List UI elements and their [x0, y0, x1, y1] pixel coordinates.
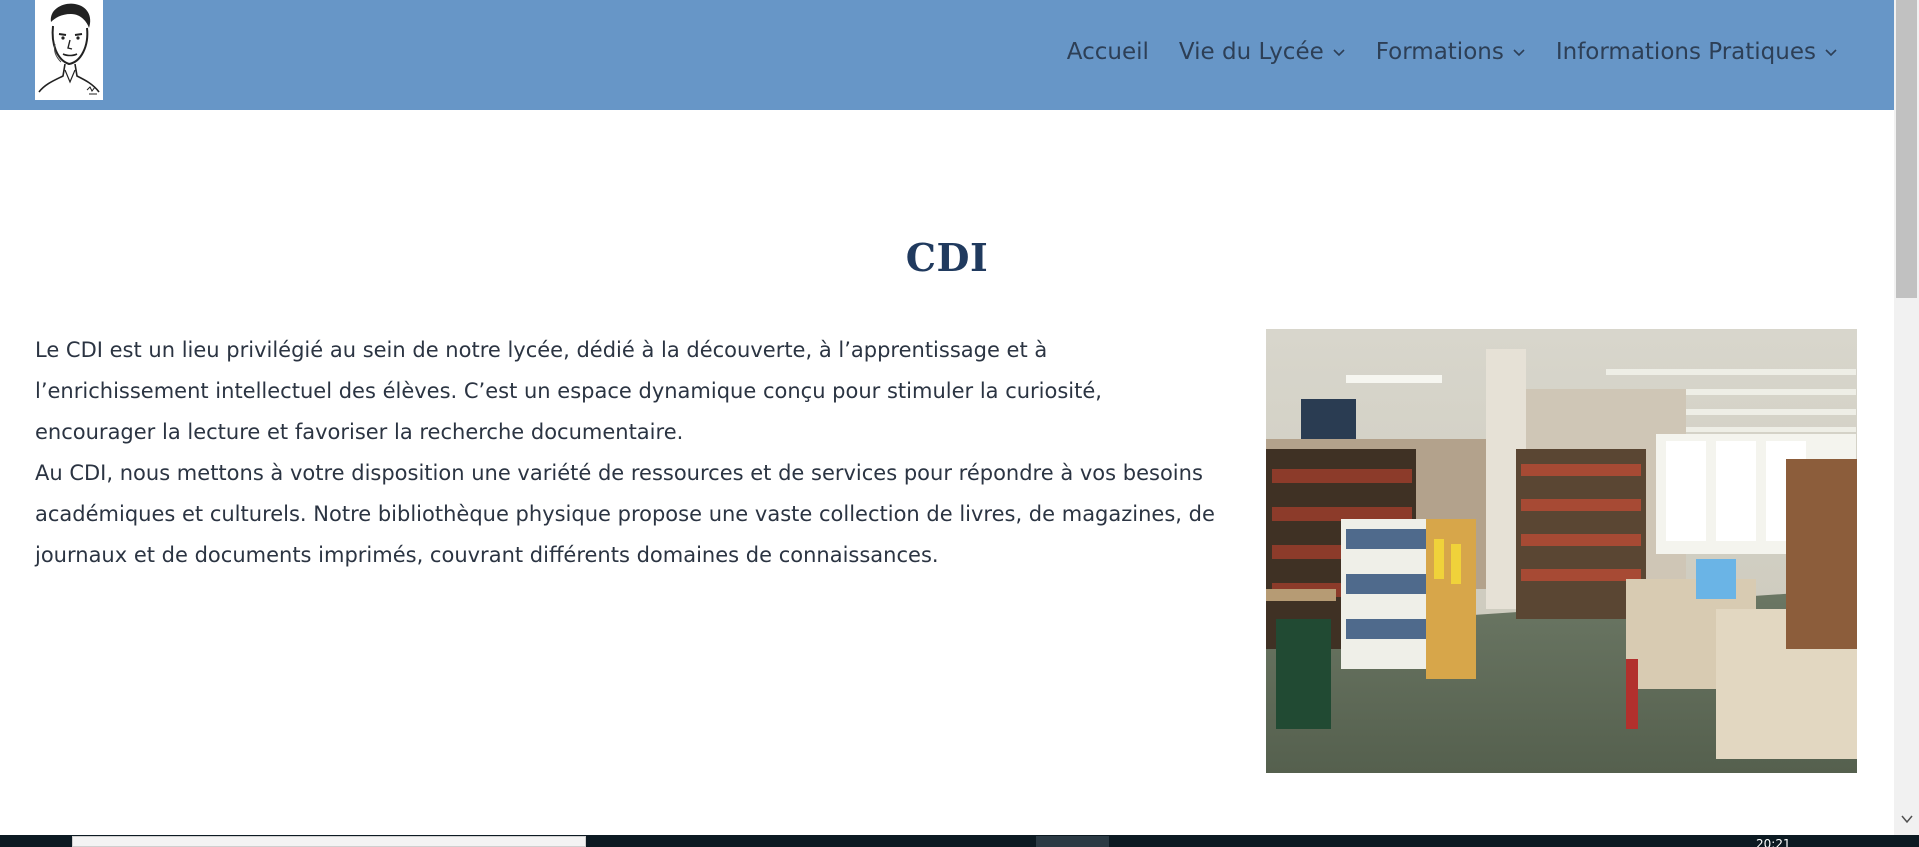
library-photo — [1266, 329, 1857, 773]
nav-label: Accueil — [1066, 39, 1149, 65]
nav-label: Informations Pratiques — [1555, 39, 1816, 65]
library-photo-icon — [1266, 329, 1857, 773]
scrollbar-thumb[interactable] — [1896, 0, 1917, 298]
chevron-down-icon — [1825, 49, 1837, 57]
cdi-description: Le CDI est un lieu privilégié au sein de… — [35, 330, 1215, 576]
nav-item-vie-du-lycee[interactable]: Vie du Lycée — [1179, 39, 1346, 65]
nav-item-accueil[interactable]: Accueil — [1067, 39, 1149, 65]
paragraph-intro: Le CDI est un lieu privilégié au sein de… — [35, 338, 1102, 444]
nav-label: Vie du Lycée — [1178, 39, 1324, 65]
main-nav: Accueil Vie du Lycée Formations Informat… — [1067, 34, 1838, 70]
taskbar-active-app[interactable] — [1036, 836, 1109, 847]
portrait-sketch-logo-icon — [35, 0, 103, 100]
page-title: CDI — [905, 235, 989, 280]
site-header: Accueil Vie du Lycée Formations Informat… — [0, 0, 1894, 110]
paragraph-resources: Au CDI, nous mettons à votre disposition… — [35, 461, 1215, 567]
chevron-down-icon — [1333, 49, 1345, 57]
site-logo[interactable] — [35, 0, 103, 100]
scroll-down-icon[interactable] — [1900, 812, 1914, 826]
chevron-down-icon — [1513, 49, 1525, 57]
nav-item-informations-pratiques[interactable]: Informations Pratiques — [1556, 39, 1838, 65]
taskbar-search-input[interactable] — [72, 836, 586, 847]
nav-label: Formations — [1375, 39, 1504, 65]
nav-item-formations[interactable]: Formations — [1376, 39, 1526, 65]
taskbar-clock: 20:21 — [1756, 838, 1791, 847]
